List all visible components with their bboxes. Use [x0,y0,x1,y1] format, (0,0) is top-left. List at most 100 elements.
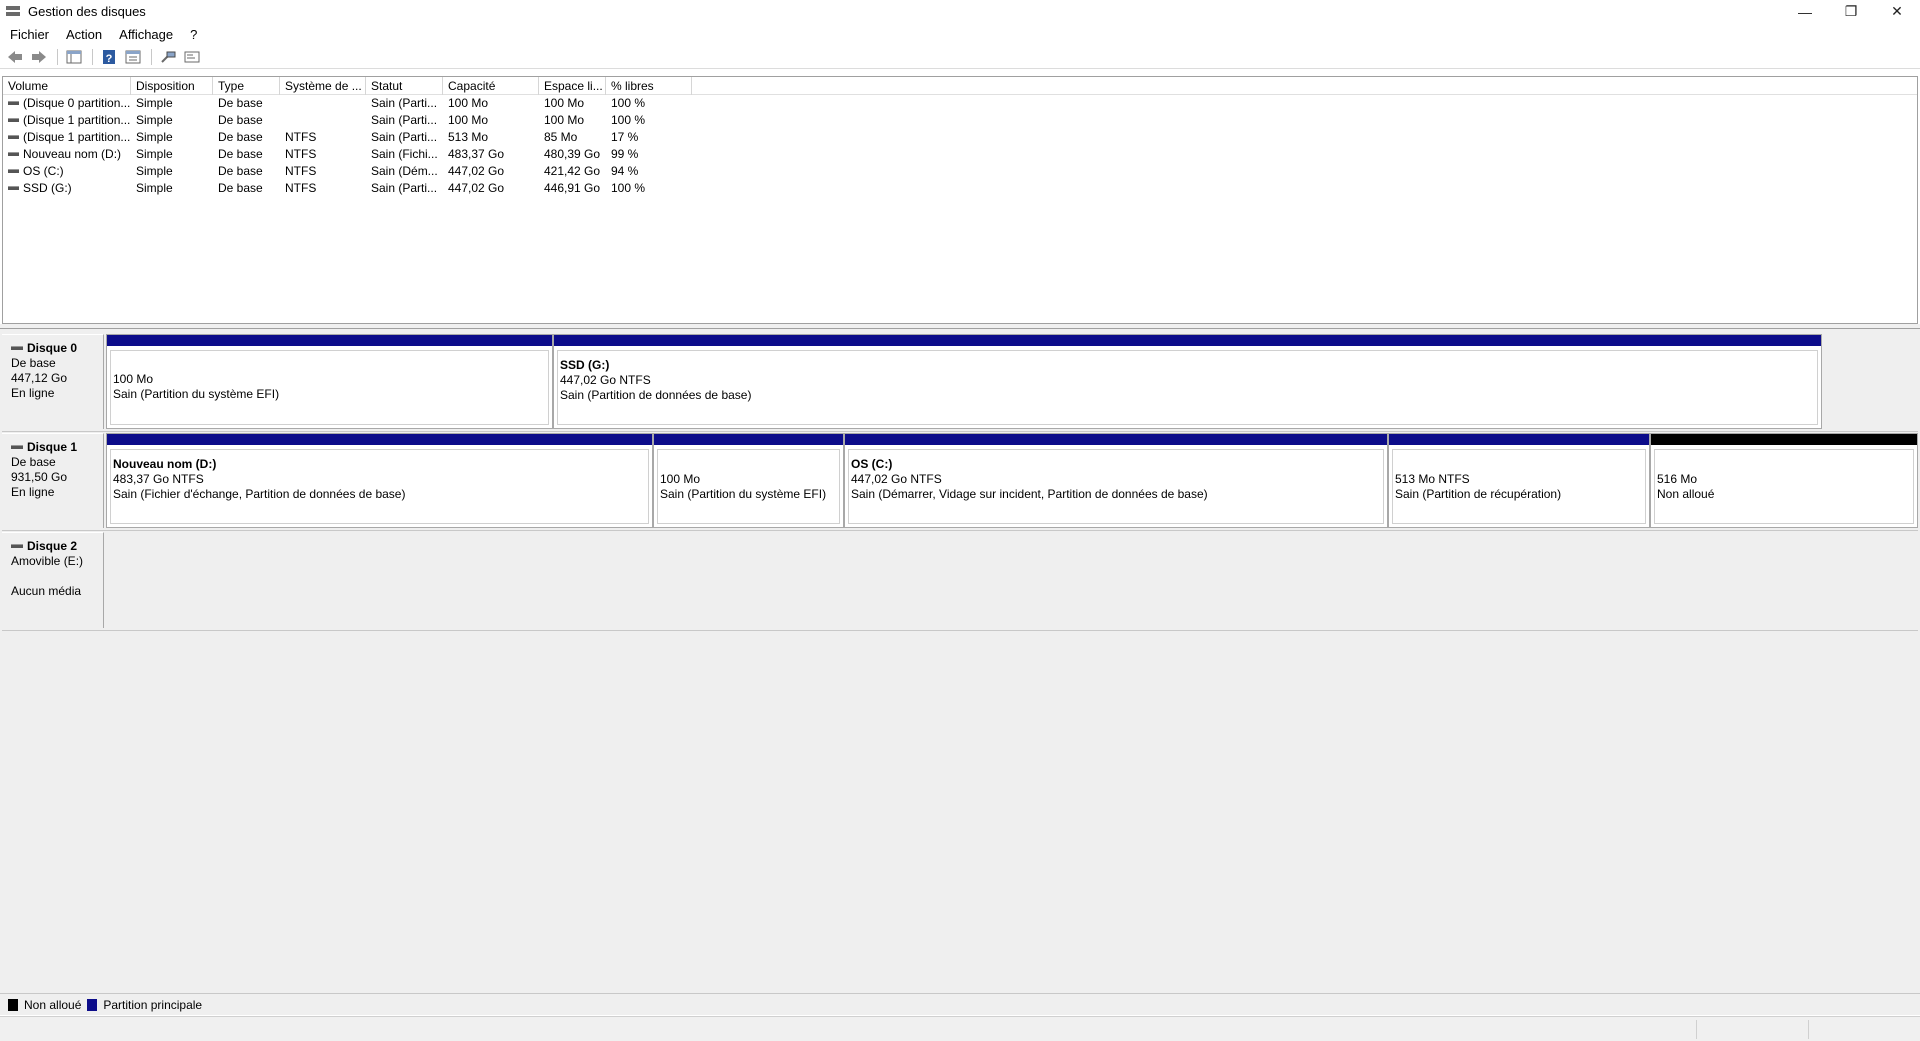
legend-label: Partition principale [103,997,203,1012]
partition-disk0-efi[interactable]: 100 Mo Sain (Partition du système EFI) [106,334,553,429]
legend-item-primary-partition: Partition principale [87,998,202,1012]
toolbar: ? [0,45,1920,69]
partition-size: 100 Mo [660,472,701,486]
cell-text: De base [218,113,263,127]
column-header-disposition[interactable]: Disposition [131,77,213,95]
column-header-volume[interactable]: Volume [3,77,131,95]
close-icon: ✕ [1891,3,1903,19]
partition-recovery[interactable]: 513 Mo NTFS Sain (Partition de récupérat… [1388,433,1650,528]
menu-fichier[interactable]: Fichier [0,27,56,42]
cell-text: Sain (Parti... [371,113,438,127]
volume-row[interactable]: SSD (G:) Simple De base NTFS Sain (Parti... 4… [3,180,1917,197]
back-button[interactable] [4,47,26,67]
partition-type-bar [1389,434,1649,446]
settings-button[interactable] [181,47,203,67]
disk-label-2[interactable]: Disque 2 Amovible (E:) Aucun média [2,532,104,628]
volume-row[interactable]: Nouveau nom (D:) Simple De base NTFS Sain (F… [3,146,1917,163]
cell-text: De base [218,96,263,110]
menu-action[interactable]: Action [56,27,109,42]
partition-os-c[interactable]: OS (C:) 447,02 Go NTFS Sain (Démarrer, V… [844,433,1388,528]
cell-status: Sain (Fichi... [366,146,443,163]
minimize-button[interactable]: — [1782,0,1828,23]
cell-capacity: 513 Mo [443,129,539,146]
cell-capacity: 100 Mo [443,112,539,129]
disk-label-0[interactable]: Disque 0 De base 447,12 Go En ligne [2,334,104,429]
cell-disposition: Simple [131,129,213,146]
restore-button[interactable]: ❐ [1828,0,1874,23]
cell-text: De base [218,147,263,161]
disk-graphical-view: Disque 0 De base 447,12 Go En ligne 100 … [0,329,1920,999]
cell-free-space: 100 Mo [539,112,606,129]
cell-disposition: Simple [131,163,213,180]
console-tree-button[interactable] [63,47,85,67]
column-header-percent-free[interactable]: % libres [606,77,692,95]
disk-size [11,569,103,584]
partition-type-bar [654,434,843,446]
row-divider [2,431,1918,432]
back-arrow-icon [8,50,22,63]
cell-text: 17 % [611,130,639,144]
cell-type: De base [213,112,280,129]
disk-status: En ligne [11,485,55,499]
cell-volume: (Disque 1 partition... [3,129,131,146]
volume-row[interactable]: (Disque 1 partition... Simple De base Sain … [3,112,1917,129]
cell-text: NTFS [285,147,317,161]
cell-text: (Disque 1 partition... [23,130,131,144]
properties-icon [125,50,141,63]
partition-type-bar [107,434,652,446]
forward-arrow-icon [32,50,46,63]
menu-bar: Fichier Action Affichage ? [0,23,1920,45]
partition-nouveau-nom-d[interactable]: Nouveau nom (D:) 483,37 Go NTFS Sain (Fi… [106,433,653,528]
connect-button[interactable] [157,47,179,67]
row-divider [2,630,1918,631]
disk-row-0: Disque 0 De base 447,12 Go En ligne 100 … [2,334,1918,432]
volume-icon [8,134,19,139]
status-bar-segment [1808,1020,1809,1039]
column-header-filesystem[interactable]: Système de ... [280,77,366,95]
help-button[interactable]: ? [98,47,120,67]
disk-name: Disque 0 [27,341,78,355]
partition-type-bar [107,335,552,347]
partition-size: 447,02 Go NTFS [851,472,942,486]
volume-icon [8,185,19,190]
cell-capacity: 447,02 Go [443,180,539,197]
column-header-capacity[interactable]: Capacité [443,77,539,95]
disk-type: De base [11,356,56,370]
cell-text: Nouveau nom (D:) [23,147,122,161]
disk-type: Amovible (E:) [11,554,84,568]
partition-disk1-efi[interactable]: 100 Mo Sain (Partition du système EFI) [653,433,844,528]
cell-free-space: 480,39 Go [539,146,606,163]
title-bar: Gestion des disques — ❐ ✕ [0,0,1920,23]
menu-affichage[interactable]: Affichage [109,27,180,42]
disk-1-partitions: Nouveau nom (D:) 483,37 Go NTFS Sain (Fi… [106,433,1918,528]
cell-capacity: 100 Mo [443,95,539,112]
volume-row[interactable]: (Disque 1 partition... Simple De base NTFS S… [3,129,1917,146]
partition-ssd-g[interactable]: SSD (G:) 447,02 Go NTFS Sain (Partition … [553,334,1822,429]
cell-status: Sain (Parti... [366,180,443,197]
cell-text: 421,42 Go [544,164,601,178]
volume-row[interactable]: (Disque 0 partition... Simple De base Sain … [3,95,1917,112]
properties-button[interactable] [122,47,144,67]
column-header-free-space[interactable]: Espace li... [539,77,606,95]
partition-status: Sain (Fichier d'échange, Partition de do… [113,487,406,501]
cell-text: 447,02 Go [448,164,505,178]
cell-text: 513 Mo [448,130,489,144]
disk-label-1[interactable]: Disque 1 De base 931,50 Go En ligne [2,433,104,528]
partition-name: Nouveau nom (D:) [113,457,217,471]
column-header-type[interactable]: Type [213,77,280,95]
partition-unallocated[interactable]: 516 Mo Non alloué [1650,433,1918,528]
forward-button[interactable] [28,47,50,67]
volume-row[interactable]: OS (C:) Simple De base NTFS Sain (Dém... 447,… [3,163,1917,180]
cell-percent-free: 100 % [606,95,692,112]
menu-help[interactable]: ? [180,27,204,42]
cell-text: 100 % [611,181,646,195]
disk-0-partitions: 100 Mo Sain (Partition du système EFI) S… [106,334,1824,429]
cell-text: Sain (Parti... [371,130,438,144]
cell-free-space: 421,42 Go [539,163,606,180]
cell-filesystem [280,95,366,112]
volume-icon [8,151,19,156]
volume-list[interactable]: Volume Disposition Type Système de ... S… [2,76,1918,324]
cell-text: Simple [136,164,173,178]
close-button[interactable]: ✕ [1874,0,1920,23]
column-header-status[interactable]: Statut [366,77,443,95]
